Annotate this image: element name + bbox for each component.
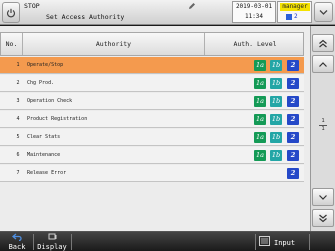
top-bar: STOP Set Access Authority 2019-03-01 11:… — [0, 0, 335, 25]
level-1b-badge: 1b — [270, 78, 282, 89]
keyboard-icon — [259, 236, 270, 246]
row-authority-name: Operation Check — [27, 98, 73, 104]
machine-status: STOP — [24, 2, 40, 10]
scroll-up-button[interactable] — [312, 55, 334, 73]
column-header-level: Auth. Level — [233, 40, 277, 48]
chevron-down-icon — [319, 9, 328, 15]
table-row[interactable]: 7 Release Error 2 — [0, 165, 304, 182]
time-text: 11:34 — [244, 13, 264, 20]
row-authority-name: Chg Prod. — [27, 80, 55, 86]
page-down-button[interactable] — [312, 209, 334, 227]
page-up-button[interactable] — [312, 34, 334, 52]
user-name: manager — [280, 3, 310, 11]
row-authority-name: Operate/Stop — [27, 62, 64, 68]
page-indicator: 1 1 — [311, 118, 335, 133]
back-arrow-icon — [12, 233, 22, 241]
double-chevron-up-icon — [319, 39, 327, 47]
input-label: Input — [274, 239, 296, 247]
bottom-bar: Back Display Input — [0, 231, 335, 251]
row-number: 1 — [16, 62, 20, 68]
level-1b-badge: 1b — [270, 114, 282, 125]
level-icon — [286, 13, 292, 20]
level-1a-badge: 1a — [254, 114, 266, 125]
date-text: 2019-03-01 — [235, 3, 273, 10]
level-2-badge: 2 — [287, 114, 299, 125]
page-current: 1 — [321, 118, 325, 124]
row-authority-name: Product Registration — [27, 116, 88, 122]
row-number: 7 — [16, 170, 20, 176]
page-total: 1 — [321, 126, 325, 132]
footer-divider — [71, 234, 72, 250]
row-number: 6 — [16, 152, 20, 158]
level-1b-badge: 1b — [270, 60, 282, 71]
chevron-down-icon — [319, 194, 327, 200]
level-2-badge: 2 — [287, 60, 299, 71]
row-authority-name: Release Error — [27, 170, 67, 176]
table-row[interactable]: 1 Operate/Stop 1a 1b 2 — [0, 57, 304, 74]
level-1a-badge: 1a — [254, 60, 266, 71]
row-number: 4 — [16, 116, 20, 122]
table-row[interactable]: 6 Maintenance 1a 1b 2 — [0, 147, 304, 164]
level-1a-badge: 1a — [254, 96, 266, 107]
table-header: No. Authority Auth. Level — [0, 32, 304, 56]
chevron-up-icon — [319, 61, 327, 67]
level-2-badge: 2 — [287, 96, 299, 107]
menu-button[interactable] — [314, 2, 333, 22]
row-number: 2 — [16, 80, 20, 86]
user-level: 2 — [286, 13, 310, 21]
column-header-no: No. — [1, 33, 23, 55]
user-level-value: 2 — [294, 13, 298, 20]
column-header-authority: Authority — [23, 33, 205, 55]
power-button[interactable] — [2, 2, 20, 23]
level-2-badge: 2 — [287, 150, 299, 161]
level-2-badge: 2 — [287, 168, 299, 179]
pencil-icon — [189, 3, 195, 9]
row-number: 5 — [16, 134, 20, 140]
table-row[interactable]: 4 Product Registration 1a 1b 2 — [0, 111, 304, 128]
scroll-column: 1 1 — [310, 26, 335, 231]
datetime-display: 2019-03-01 11:34 — [232, 1, 276, 23]
authority-panel: No. Authority Auth. Level 1 Operate/Stop 1… — [0, 26, 310, 231]
level-1b-badge: 1b — [270, 96, 282, 107]
level-1b-badge: 1b — [270, 132, 282, 143]
page-title: Set Access Authority — [46, 13, 125, 21]
table-row[interactable]: 2 Chg Prod. 1a 1b 2 — [0, 75, 304, 92]
level-2-badge: 2 — [287, 132, 299, 143]
level-2-badge: 2 — [287, 78, 299, 89]
table-row[interactable]: 3 Operation Check 1a 1b 2 — [0, 93, 304, 110]
level-1a-badge: 1a — [254, 150, 266, 161]
row-authority-name: Clear Stats — [27, 134, 61, 140]
back-button[interactable]: Back — [2, 232, 32, 251]
row-number: 3 — [16, 98, 20, 104]
scroll-down-button[interactable] — [312, 188, 334, 206]
input-button[interactable]: Input — [256, 232, 308, 251]
level-1b-badge: 1b — [270, 150, 282, 161]
back-label: Back — [8, 243, 26, 251]
user-badge[interactable]: manager 2 — [277, 1, 312, 23]
level-1a-badge: 1a — [254, 132, 266, 143]
display-icon — [48, 233, 57, 240]
display-label: Display — [37, 243, 67, 251]
display-button[interactable]: Display — [34, 232, 70, 251]
double-chevron-down-icon — [319, 214, 327, 222]
power-icon — [6, 8, 16, 17]
level-1a-badge: 1a — [254, 78, 266, 89]
footer-divider — [309, 234, 310, 250]
row-authority-name: Maintenance — [27, 152, 61, 158]
table-row[interactable]: 5 Clear Stats 1a 1b 2 — [0, 129, 304, 146]
